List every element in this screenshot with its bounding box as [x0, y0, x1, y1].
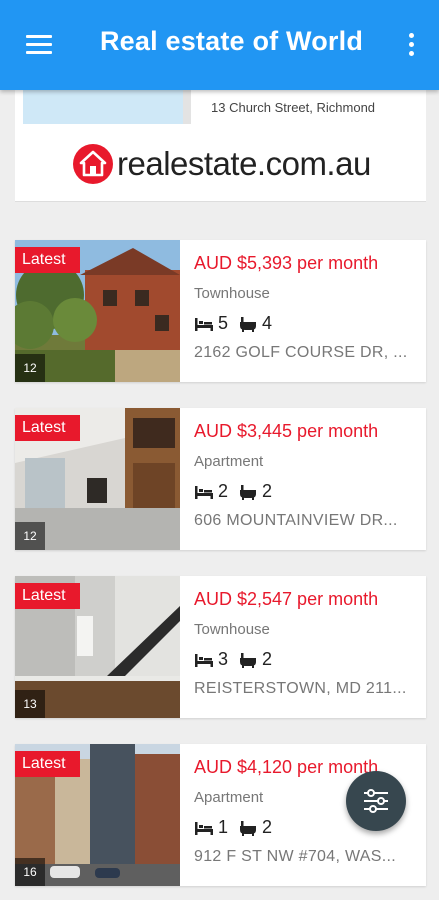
realestate-logo: realestate.com.au: [73, 144, 371, 184]
listing-price: AUD $2,547 per month: [194, 589, 379, 609]
latest-badge: Latest: [15, 751, 80, 777]
listing-photo[interactable]: Latest 13: [15, 576, 180, 718]
photo-count: 16: [15, 858, 45, 886]
bed-icon: [195, 653, 213, 667]
house-logo-icon: [73, 144, 113, 184]
listing-features: 5 4: [194, 313, 282, 334]
bed-count: 5: [218, 313, 229, 333]
property-type: Townhouse: [194, 285, 270, 302]
listing-card[interactable]: Latest 12 AUD $3,445 per month Apartment…: [15, 408, 426, 550]
bed-count: 2: [218, 481, 229, 501]
listing-photo[interactable]: Latest 12: [15, 408, 180, 550]
property-type: Apartment: [194, 789, 264, 806]
photo-count: 12: [15, 354, 45, 382]
ad-logo-text: realestate.com.au: [117, 145, 371, 182]
bed-icon: [195, 821, 213, 835]
listing-address: 912 F ST NW #704, WAS...: [194, 848, 396, 865]
photo-count: 12: [15, 522, 45, 550]
app-title: Real estate of World: [99, 26, 364, 56]
bed-count: 1: [218, 817, 229, 837]
listing-card[interactable]: Latest 13 AUD $2,547 per month Townhouse…: [15, 576, 426, 718]
listing-address: 2162 GOLF COURSE DR, ...: [194, 344, 408, 361]
bed-count: 3: [218, 649, 229, 669]
ad-map-divider: [183, 90, 191, 124]
listing-price: AUD $4,120 per month: [194, 757, 379, 777]
bath-count: 2: [262, 481, 273, 501]
ad-address: 13 Church Street, Richmond: [211, 100, 376, 115]
bath-count: 4: [262, 313, 273, 333]
listing-price: AUD $3,445 per month: [194, 421, 379, 441]
listing-address: REISTERSTOWN, MD 211...: [194, 680, 407, 697]
listing-features: 1 2: [194, 817, 282, 838]
listing-address: 606 MOUNTAINVIEW DR...: [194, 512, 398, 529]
bath-count: 2: [262, 817, 273, 837]
bathtub-icon: [240, 484, 257, 500]
bathtub-icon: [240, 652, 257, 668]
listing-features: 3 2: [194, 649, 282, 670]
listing-features: 2 2: [194, 481, 282, 502]
bed-icon: [195, 485, 213, 499]
bathtub-icon: [240, 316, 257, 332]
property-type: Townhouse: [194, 621, 270, 638]
listing-price: AUD $5,393 per month: [194, 253, 379, 273]
listing-photo[interactable]: Latest 12: [15, 240, 180, 382]
ad-map-image: [23, 90, 183, 124]
listing-card[interactable]: Latest 12 AUD $5,393 per month Townhouse…: [15, 240, 426, 382]
filter-sliders-icon: [364, 789, 388, 813]
bath-count: 2: [262, 649, 273, 669]
latest-badge: Latest: [15, 247, 80, 273]
ad-banner[interactable]: 13 Church Street, Richmond realestate.co…: [15, 90, 426, 202]
listing-photo[interactable]: Latest 16: [15, 744, 180, 886]
app-bar: Real estate of World: [0, 0, 439, 90]
more-vert-icon[interactable]: [407, 32, 415, 58]
latest-badge: Latest: [15, 415, 80, 441]
bathtub-icon: [240, 820, 257, 836]
property-type: Apartment: [194, 453, 264, 470]
latest-badge: Latest: [15, 583, 80, 609]
photo-count: 13: [15, 690, 45, 718]
filter-fab-button[interactable]: [346, 771, 406, 831]
bed-icon: [195, 317, 213, 331]
